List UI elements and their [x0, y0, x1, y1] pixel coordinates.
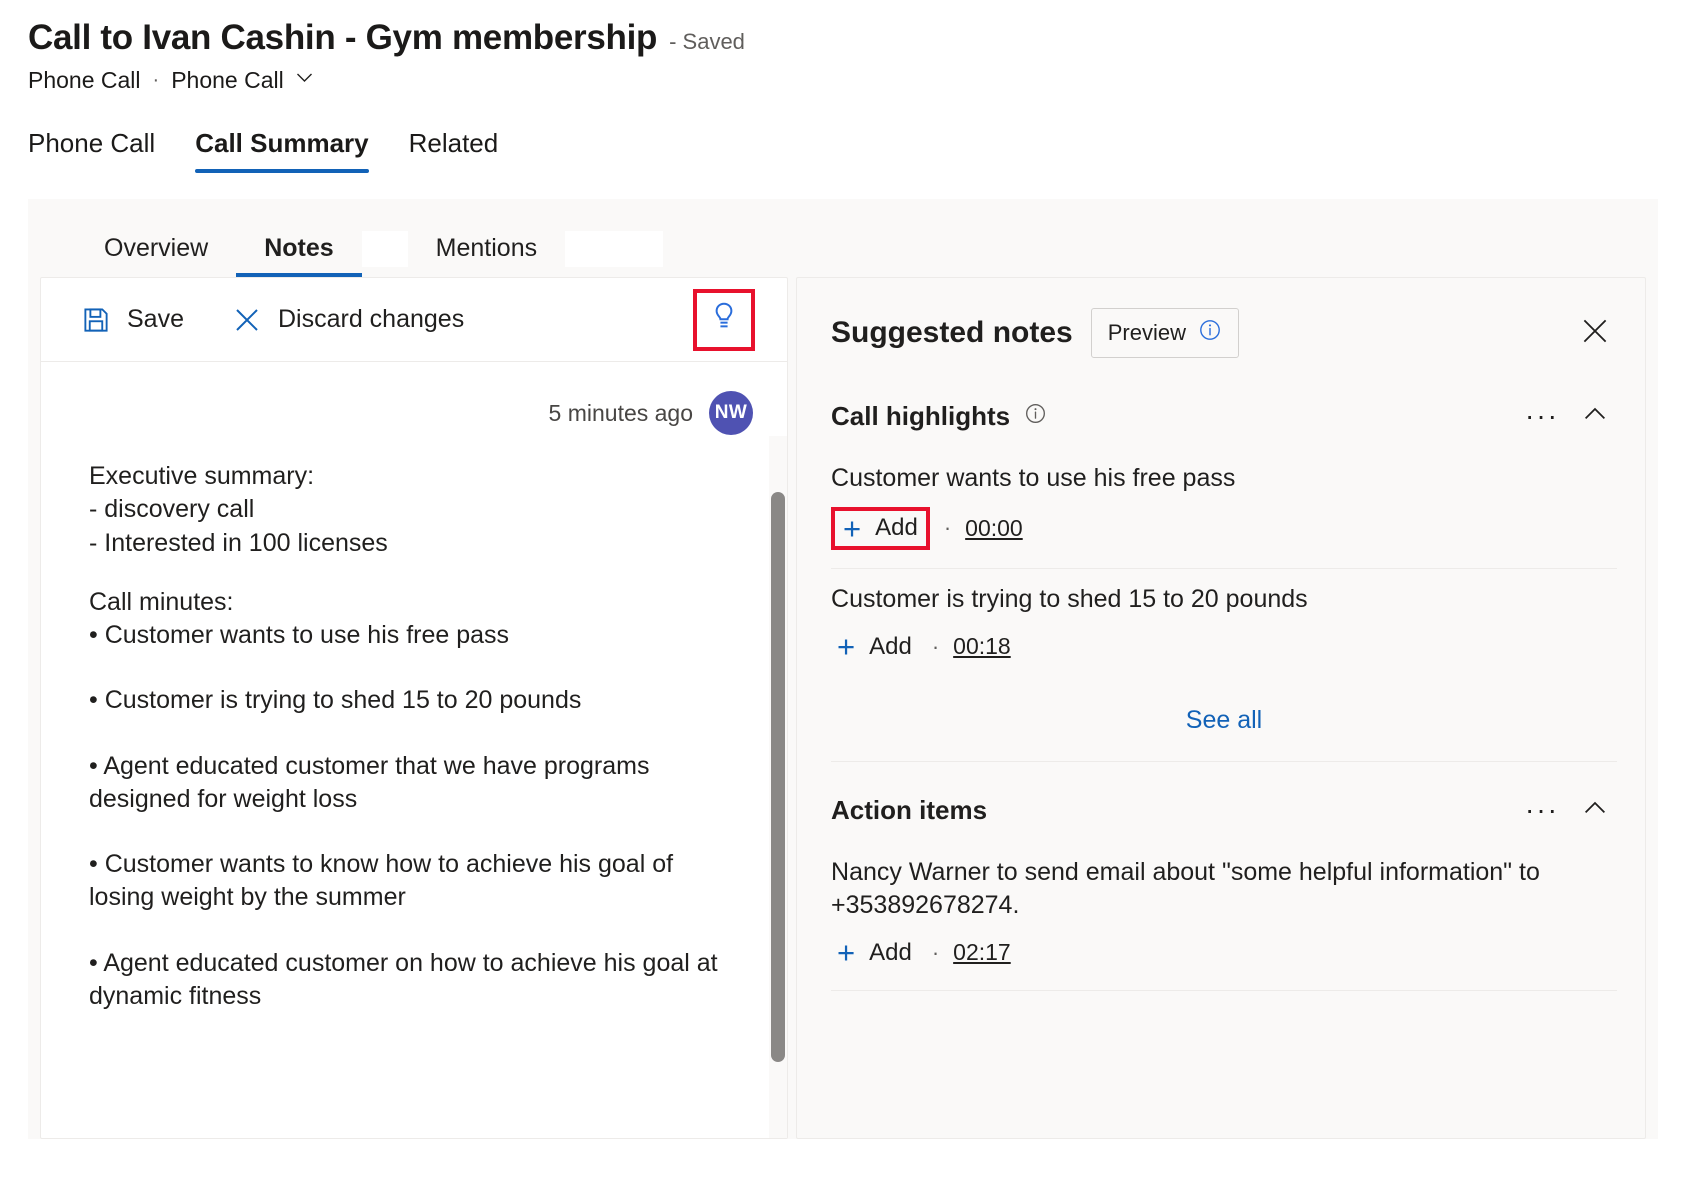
section-action-items: Action items ··· Nancy Warner to send em…	[797, 762, 1645, 991]
chevron-up-icon	[1580, 399, 1610, 434]
call-summary-surface: Overview Notes Mentions Save	[28, 199, 1658, 1139]
plus-icon: +	[837, 937, 855, 968]
tab-mentions[interactable]: Mentions	[408, 234, 565, 277]
notes-line: • Agent educated customer on how to achi…	[89, 947, 729, 1014]
add-label: Add	[869, 939, 912, 967]
breadcrumb-entity: Phone Call	[28, 67, 141, 94]
add-label: Add	[875, 514, 918, 542]
suggested-item-text: Nancy Warner to send email about "some h…	[831, 856, 1617, 921]
action-separator: ·	[944, 515, 951, 541]
notes-toolbar: Save Discard changes	[41, 278, 787, 362]
suggested-item-text: Customer is trying to shed 15 to 20 poun…	[831, 583, 1617, 616]
discard-changes-label: Discard changes	[278, 305, 464, 334]
save-button[interactable]: Save	[71, 299, 194, 341]
plus-icon: +	[837, 631, 855, 662]
tab-notes[interactable]: Notes	[236, 234, 361, 277]
see-all-link[interactable]: See all	[1186, 706, 1262, 735]
save-disk-icon	[81, 305, 111, 335]
page-header: Call to Ivan Cashin - Gym membership - S…	[0, 0, 1686, 94]
suggested-item-text: Customer wants to use his free pass	[831, 462, 1617, 495]
info-icon[interactable]	[1198, 318, 1222, 348]
tab-call-summary[interactable]: Call Summary	[195, 128, 368, 173]
suggested-item-actions: + Add · 02:17	[831, 933, 1617, 972]
notes-line: Call minutes:	[89, 586, 729, 619]
breadcrumb: Phone Call · Phone Call	[28, 67, 1686, 94]
timecode-link[interactable]: 02:17	[953, 939, 1011, 966]
title-row: Call to Ivan Cashin - Gym membership - S…	[28, 18, 1686, 57]
notes-scrollbar-thumb[interactable]	[771, 492, 785, 1062]
discard-changes-button[interactable]: Discard changes	[222, 299, 474, 341]
info-icon[interactable]	[1024, 402, 1047, 430]
timecode-link[interactable]: 00:00	[965, 515, 1023, 542]
notes-editor[interactable]: Executive summary: - discovery call - In…	[41, 436, 769, 1138]
summary-split: Save Discard changes	[28, 277, 1658, 1139]
suggested-notes-panel: Suggested notes Preview	[796, 277, 1646, 1139]
notes-card: Save Discard changes	[40, 277, 788, 1139]
section-title: Call highlights	[831, 401, 1010, 432]
add-highlight-button[interactable]: + Add	[831, 627, 918, 666]
more-dots-icon[interactable]: ···	[1525, 402, 1559, 430]
tab-mentions-wrapper: Mentions	[362, 231, 663, 277]
notes-line: - discovery call	[89, 493, 729, 526]
add-action-item-button[interactable]: + Add	[831, 933, 918, 972]
see-all-row: See all	[831, 684, 1617, 762]
notes-meta-row: 5 minutes ago NW	[41, 362, 787, 436]
suggested-item: Customer is trying to shed 15 to 20 poun…	[831, 569, 1617, 685]
breadcrumb-separator: ·	[153, 69, 160, 92]
avatar[interactable]: NW	[709, 391, 753, 435]
notes-line: Executive summary:	[89, 460, 729, 493]
collapse-section-button[interactable]	[1573, 394, 1617, 438]
section-call-highlights: Call highlights ···	[797, 380, 1645, 762]
mentions-left-spacer	[362, 231, 408, 267]
tab-overview[interactable]: Overview	[76, 234, 236, 277]
save-label: Save	[127, 305, 184, 334]
timecode-link[interactable]: 00:18	[953, 633, 1011, 660]
notes-line: • Customer wants to use his free pass	[89, 619, 729, 652]
notes-scrollbar[interactable]	[769, 436, 787, 1138]
saved-status: - Saved	[669, 29, 745, 55]
section-header: Call highlights ···	[831, 380, 1617, 448]
add-label: Add	[869, 633, 912, 661]
suggested-item: Nancy Warner to send email about "some h…	[831, 842, 1617, 991]
notes-line: • Customer wants to know how to achieve …	[89, 848, 729, 915]
lightbulb-icon	[709, 301, 739, 338]
notes-line: • Agent educated customer that we have p…	[89, 750, 729, 817]
inner-tab-list: Overview Notes Mentions	[28, 199, 1658, 277]
suggested-item: Customer wants to use his free pass + Ad…	[831, 448, 1617, 569]
suggested-item-actions: + Add · 00:00	[831, 507, 1617, 550]
suggested-item-actions: + Add · 00:18	[831, 627, 1617, 666]
collapse-section-button[interactable]	[1573, 788, 1617, 832]
close-panel-button[interactable]	[1573, 311, 1617, 355]
suggested-notes-header: Suggested notes Preview	[797, 278, 1645, 380]
notes-timestamp: 5 minutes ago	[549, 400, 693, 427]
plus-icon: +	[843, 513, 861, 544]
more-dots-icon[interactable]: ···	[1525, 796, 1559, 824]
form-selector-label[interactable]: Phone Call	[171, 67, 284, 94]
section-header: Action items ···	[831, 762, 1617, 842]
chevron-up-icon	[1580, 793, 1610, 828]
section-title: Action items	[831, 795, 987, 826]
action-separator: ·	[932, 940, 939, 966]
preview-label: Preview	[1108, 320, 1186, 346]
add-highlight-button[interactable]: + Add	[831, 507, 930, 550]
tab-phone-call[interactable]: Phone Call	[28, 128, 155, 173]
page-title: Call to Ivan Cashin - Gym membership	[28, 18, 657, 57]
notes-body-wrapper: Executive summary: - discovery call - In…	[41, 436, 787, 1138]
suggested-notes-toggle-button[interactable]	[693, 289, 755, 351]
action-separator: ·	[932, 634, 939, 660]
main-tab-list: Phone Call Call Summary Related	[0, 128, 1686, 173]
preview-badge[interactable]: Preview	[1091, 308, 1239, 358]
mentions-right-spacer	[565, 231, 663, 267]
suggested-notes-title: Suggested notes	[831, 316, 1073, 350]
chevron-down-icon[interactable]	[296, 69, 313, 86]
close-x-icon	[232, 305, 262, 335]
close-x-icon	[1578, 314, 1612, 353]
notes-line: - Interested in 100 licenses	[89, 527, 729, 560]
notes-line: • Customer is trying to shed 15 to 20 po…	[89, 684, 729, 717]
tab-related[interactable]: Related	[409, 128, 499, 173]
